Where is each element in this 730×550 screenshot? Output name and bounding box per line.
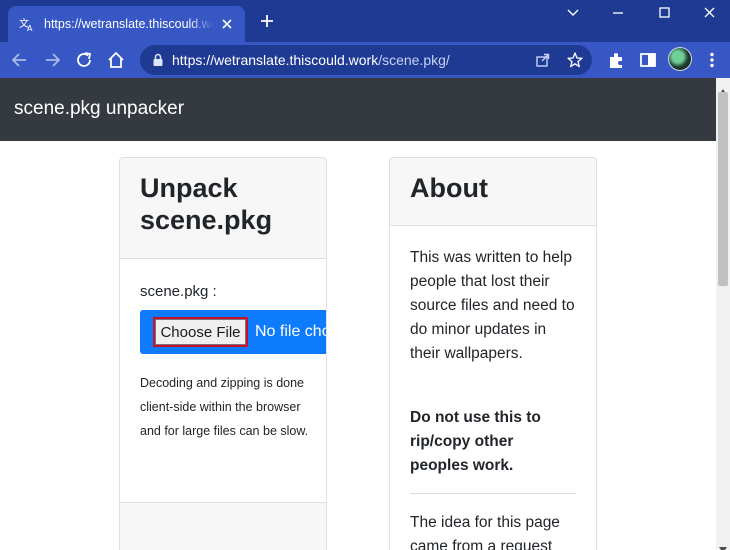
maximize-icon[interactable] bbox=[654, 4, 674, 22]
browser-tab[interactable]: 文A https://wetranslate.thiscould.work/sc… bbox=[8, 6, 245, 42]
file-input[interactable]: Choose File No file chosen bbox=[140, 310, 326, 354]
about-paragraph-3: The idea for this page came from a reque… bbox=[410, 511, 576, 550]
chevron-down-icon[interactable] bbox=[563, 4, 583, 22]
scrollbar-thumb[interactable] bbox=[718, 92, 728, 286]
about-paragraph-2: Do not use this to rip/copy other people… bbox=[410, 406, 576, 478]
file-field-label: scene.pkg : bbox=[140, 283, 217, 300]
scroll-up-arrow-icon[interactable] bbox=[719, 82, 727, 95]
browser-toolbar: https://wetranslate.thiscould.work/scene… bbox=[0, 42, 730, 78]
about-text: This was written to help people that los… bbox=[410, 249, 575, 362]
translate-icon: 文A bbox=[18, 15, 36, 33]
url-path: /scene.pkg/ bbox=[378, 52, 450, 68]
about-card-header: About bbox=[390, 158, 596, 226]
unpack-card-header: Unpack scene.pkg bbox=[120, 158, 326, 259]
url-text[interactable]: https://wetranslate.thiscould.work/scene… bbox=[172, 52, 450, 68]
back-arrow-icon[interactable] bbox=[9, 49, 31, 71]
browser-window: 文A https://wetranslate.thiscould.work/sc… bbox=[0, 0, 730, 550]
about-paragraph-1: This was written to help people that los… bbox=[410, 246, 576, 366]
avatar[interactable] bbox=[668, 47, 692, 71]
scroll-down-arrow-icon[interactable] bbox=[719, 540, 727, 550]
kebab-menu-icon[interactable] bbox=[701, 49, 723, 71]
no-file-chosen-text: No file chosen bbox=[255, 323, 326, 340]
svg-text:A: A bbox=[27, 24, 33, 32]
title-bar: 文A https://wetranslate.thiscould.work/sc… bbox=[0, 0, 730, 42]
close-icon[interactable] bbox=[218, 15, 236, 33]
reload-icon[interactable] bbox=[73, 49, 95, 71]
lock-icon[interactable] bbox=[150, 52, 166, 68]
url-host: https://wetranslate.thiscould.work bbox=[172, 52, 379, 68]
page-scrollbar[interactable] bbox=[716, 78, 730, 550]
share-icon[interactable] bbox=[534, 51, 552, 69]
side-panel-icon[interactable] bbox=[637, 49, 659, 71]
brand-title[interactable]: scene.pkg unpacker bbox=[14, 98, 184, 120]
plus-icon[interactable] bbox=[258, 12, 276, 30]
minimize-icon[interactable] bbox=[608, 4, 628, 22]
unpack-card-title: Unpack scene.pkg bbox=[140, 173, 273, 235]
home-icon[interactable] bbox=[105, 49, 127, 71]
star-icon[interactable] bbox=[566, 51, 584, 69]
page-viewport: scene.pkg unpacker Unpack scene.pkg scen… bbox=[0, 78, 716, 550]
unpack-card-footer bbox=[120, 502, 326, 550]
help-text: Decoding and zipping is done client-side… bbox=[140, 376, 309, 438]
close-icon[interactable] bbox=[700, 4, 720, 22]
address-bar[interactable]: https://wetranslate.thiscould.work/scene… bbox=[140, 45, 592, 75]
about-card: About This was written to help people th… bbox=[389, 157, 597, 550]
about-idea-text: The idea for this page came from a reque… bbox=[410, 514, 560, 550]
forward-arrow-icon[interactable] bbox=[41, 49, 63, 71]
tab-title: https://wetranslate.thiscould.work/scene… bbox=[44, 17, 214, 31]
extensions-icon[interactable] bbox=[605, 49, 627, 71]
navbar: scene.pkg unpacker bbox=[0, 78, 716, 141]
about-warning-text: Do not use this to rip/copy other people… bbox=[410, 409, 541, 474]
about-card-title: About bbox=[410, 173, 488, 203]
unpack-card: Unpack scene.pkg scene.pkg : Choose File… bbox=[119, 157, 327, 550]
choose-file-button[interactable]: Choose File bbox=[153, 317, 248, 347]
about-divider bbox=[410, 493, 576, 494]
